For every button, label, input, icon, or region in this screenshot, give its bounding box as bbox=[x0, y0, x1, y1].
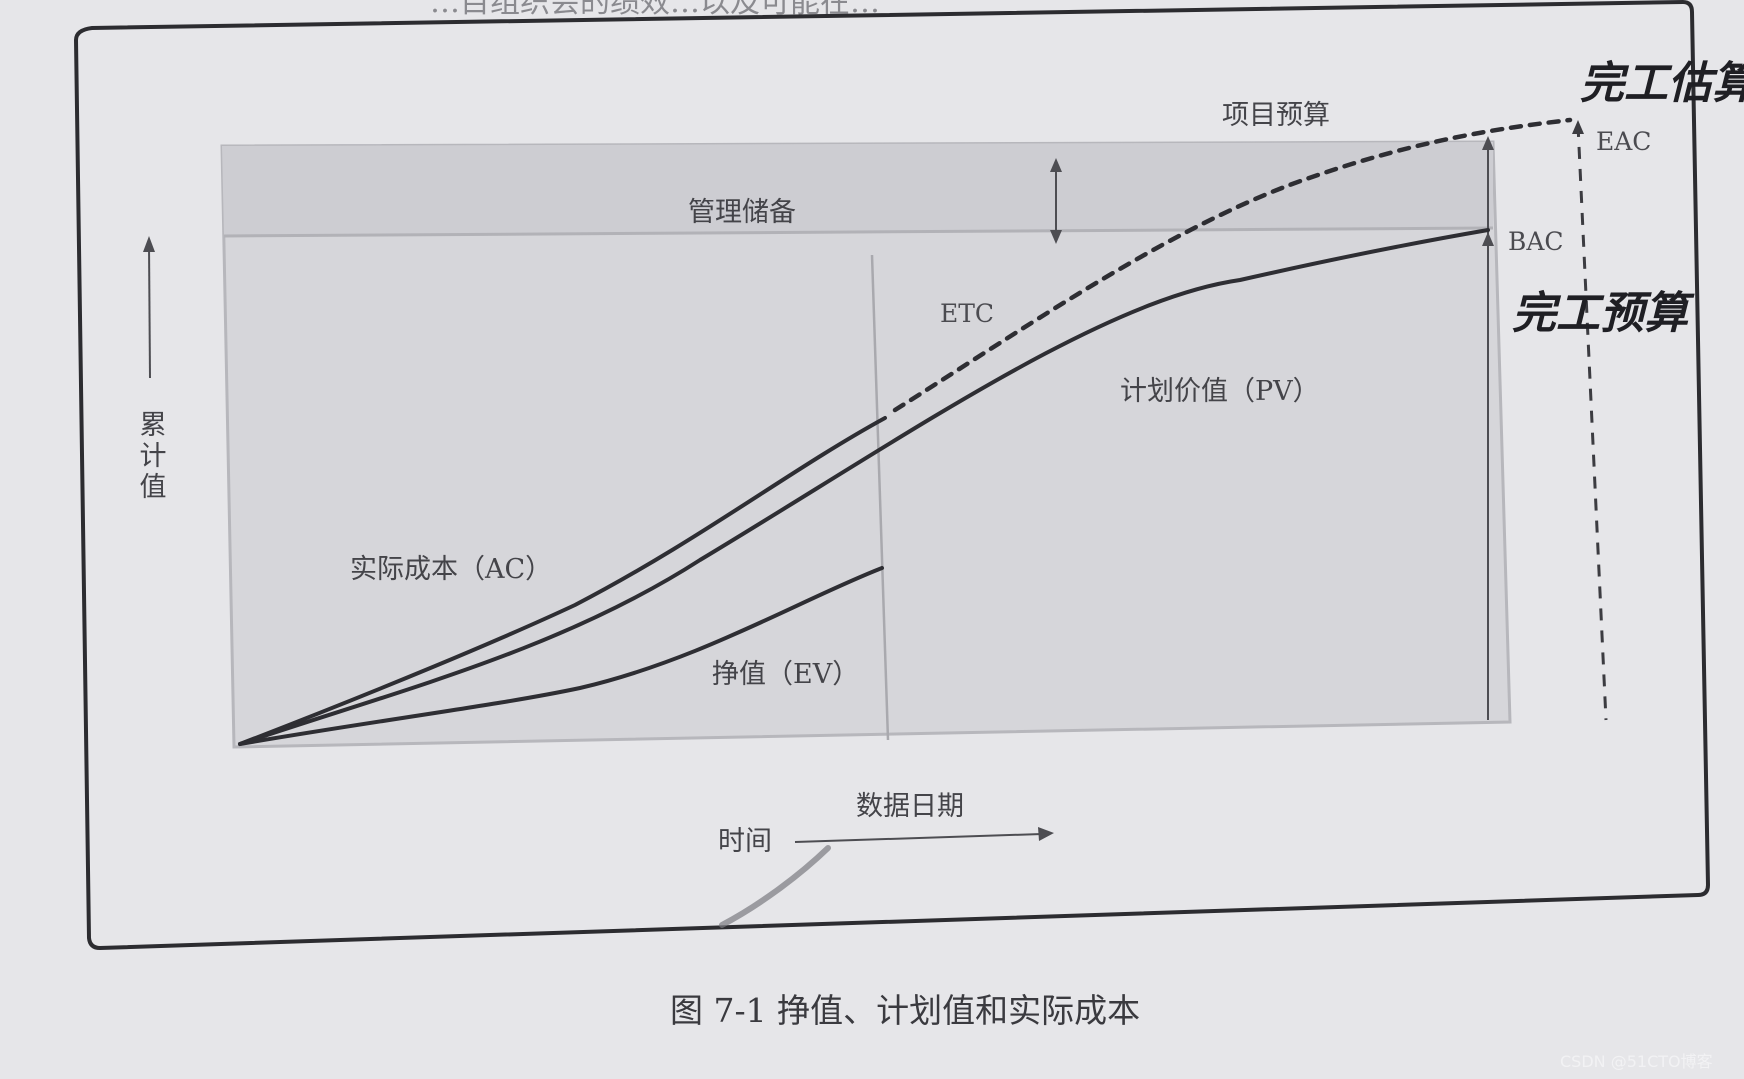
earned-value-diagram: …目组织会的绩效…以及可能在… 项目预算 管理储备 ETC EAC BAC 计划… bbox=[73, 0, 1744, 1071]
y-axis-arrow bbox=[143, 236, 155, 379]
watermark: CSDN @51CTO博客 bbox=[1560, 1052, 1713, 1071]
etc-label: ETC bbox=[940, 299, 994, 328]
ac-label: 实际成本（AC） bbox=[350, 554, 552, 585]
project-budget-label: 项目预算 bbox=[1222, 100, 1330, 131]
handwritten-bac-note: 完工预算 bbox=[1512, 288, 1695, 339]
ev-label: 挣值（EV） bbox=[712, 659, 859, 690]
management-reserve-band bbox=[222, 142, 1493, 236]
eac-arrow bbox=[1572, 120, 1608, 721]
pen-smudge bbox=[719, 845, 831, 928]
bac-label: BAC bbox=[1508, 227, 1564, 256]
eac-label: EAC bbox=[1596, 127, 1651, 156]
figure-caption: 图 7-1 挣值、计划值和实际成本 bbox=[670, 991, 1140, 1030]
y-axis-label: 累计值 bbox=[135, 410, 167, 503]
pv-label: 计划价值（PV） bbox=[1120, 376, 1320, 407]
data-date-label: 数据日期 bbox=[856, 791, 964, 822]
x-axis-arrow bbox=[794, 827, 1054, 843]
x-axis-label: 时间 bbox=[718, 826, 772, 857]
management-reserve-label: 管理储备 bbox=[688, 197, 796, 228]
handwritten-eac-note: 完工估算 bbox=[1580, 58, 1744, 109]
